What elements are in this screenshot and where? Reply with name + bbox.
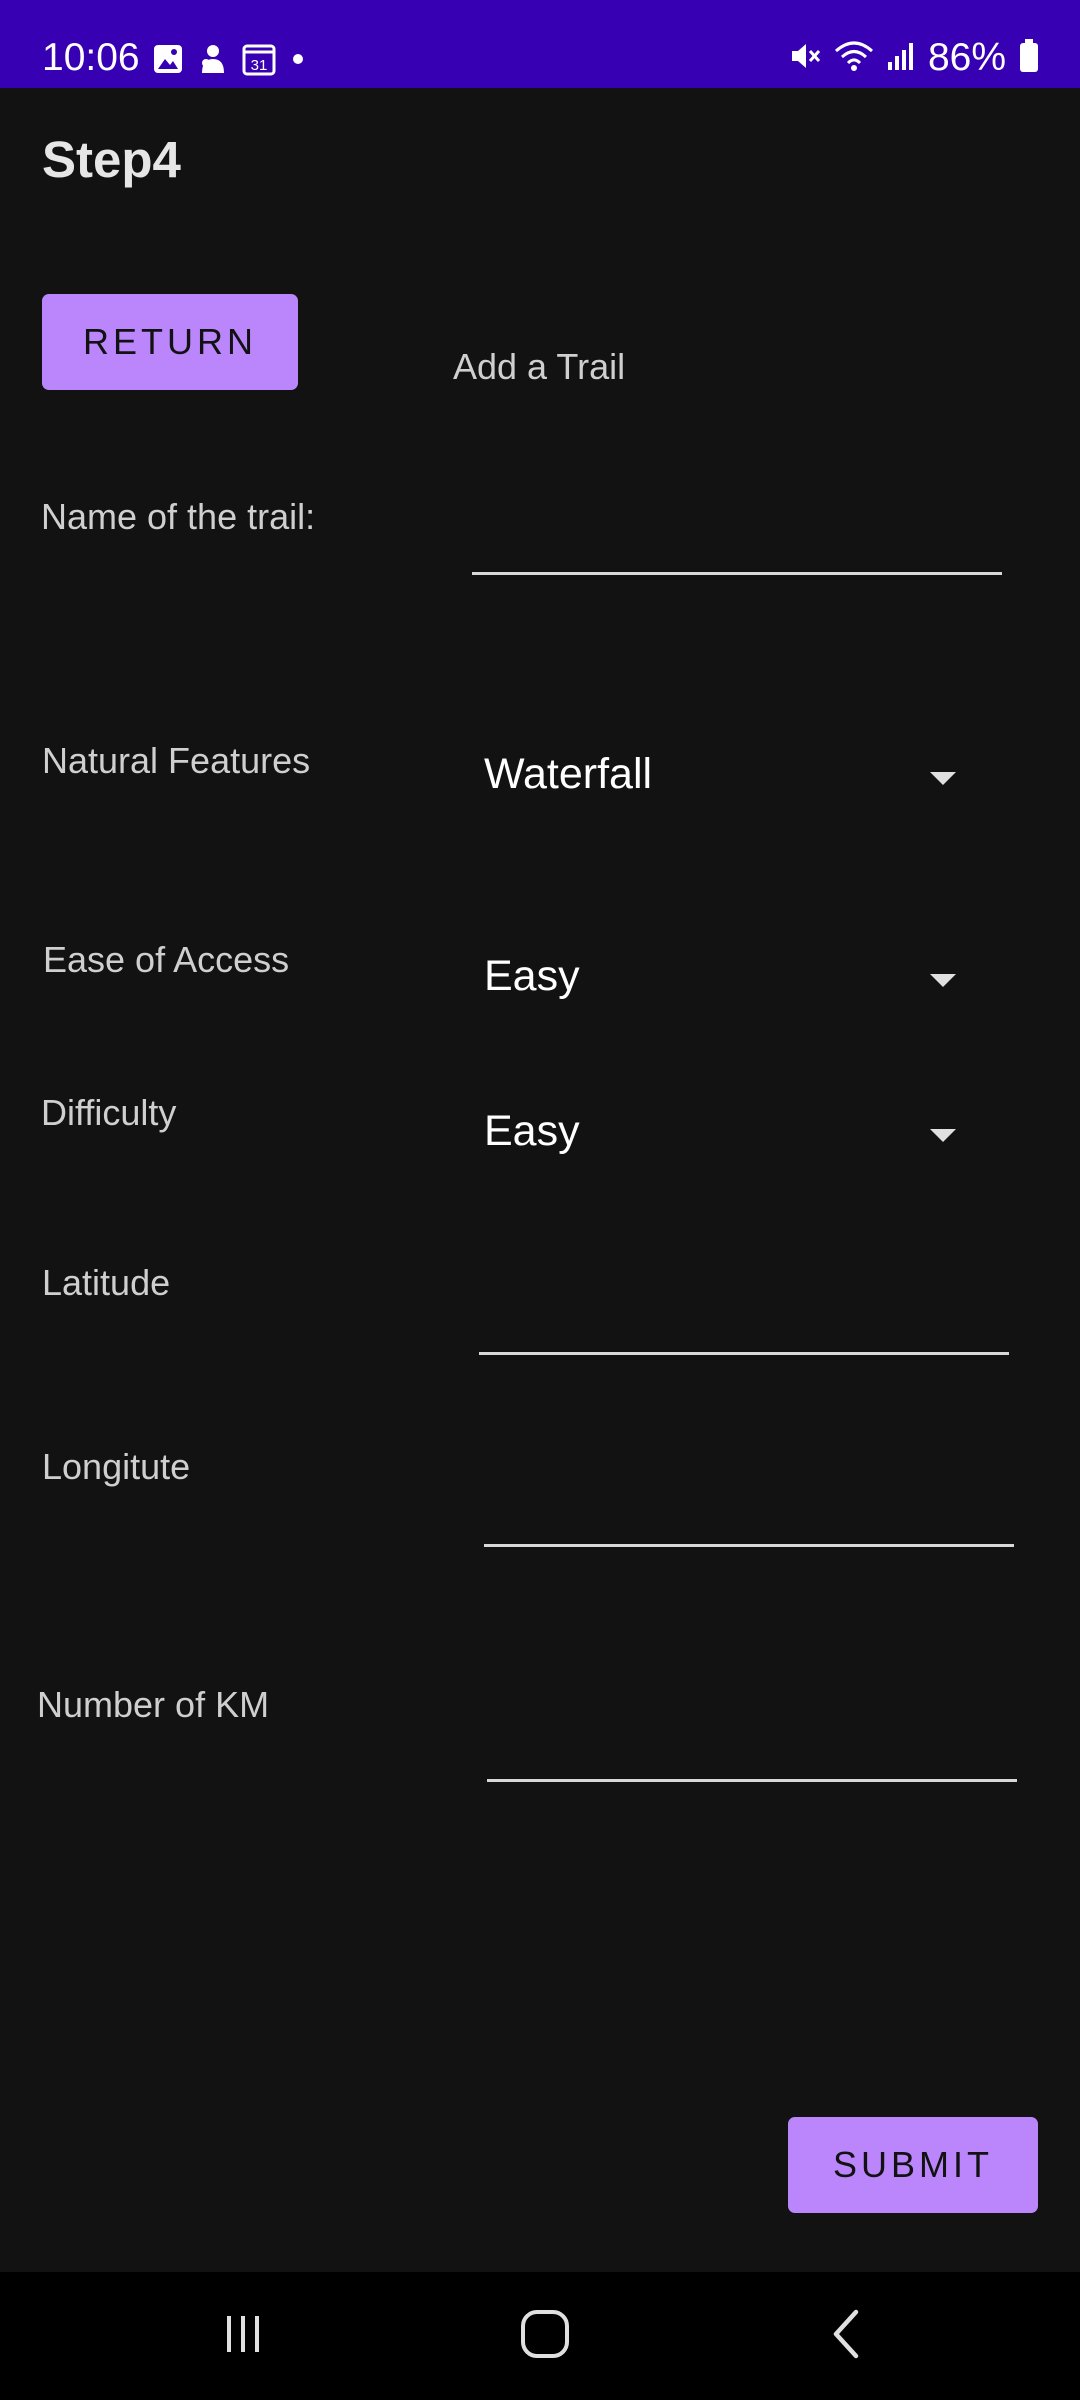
battery-percent: 86% [927,36,1006,79]
chevron-down-icon [930,974,956,987]
km-label: Number of KM [37,1684,270,1725]
calendar-icon: 31 [242,42,276,81]
status-right: 86% [788,36,1040,80]
status-time: 10:06 [42,36,140,79]
signal-icon [886,40,916,77]
recent-apps-icon [219,2310,267,2363]
trail-name-label: Name of the trail: [41,496,316,537]
status-bar: 10:06 31 86% [0,0,1080,88]
calendar-day: 31 [251,57,268,74]
chevron-down-icon [930,1129,956,1142]
page-title: Step4 [42,131,181,188]
longitude-label: Longitute [42,1446,191,1487]
natural-features-value: Waterfall [484,750,653,798]
navigation-bar [0,2272,1080,2400]
chevron-down-icon [930,772,956,785]
notification-app-icon [198,43,228,80]
battery-icon [1018,38,1040,79]
recent-apps-button[interactable] [203,2296,283,2376]
trail-name-input[interactable] [472,512,1002,575]
mute-icon [788,39,822,78]
ease-of-access-label: Ease of Access [43,939,290,980]
back-button[interactable] [806,2296,886,2376]
dot-icon [290,51,306,72]
form-header: Add a Trail [453,346,626,387]
natural-features-label: Natural Features [42,740,311,781]
gallery-icon [152,43,184,80]
ease-of-access-dropdown[interactable]: Easy [470,942,970,1022]
difficulty-value: Easy [484,1107,580,1155]
status-left-icons: 31 [152,42,306,81]
latitude-input[interactable] [479,1292,1009,1355]
longitude-input[interactable] [484,1484,1014,1547]
km-input[interactable] [487,1719,1017,1782]
latitude-label: Latitude [42,1262,171,1303]
ease-of-access-value: Easy [484,952,580,1000]
wifi-icon [834,39,874,78]
back-icon [826,2308,866,2365]
natural-features-dropdown[interactable]: Waterfall [470,740,970,820]
submit-button[interactable]: SUBMIT [788,2117,1038,2213]
home-button[interactable] [505,2296,585,2376]
difficulty-dropdown[interactable]: Easy [470,1097,970,1177]
return-button[interactable]: RETURN [42,294,298,390]
difficulty-label: Difficulty [41,1092,177,1133]
home-icon [519,2308,571,2365]
screen: 10:06 31 86% Step4 RETURN Add a Trail Na… [0,0,1080,2400]
